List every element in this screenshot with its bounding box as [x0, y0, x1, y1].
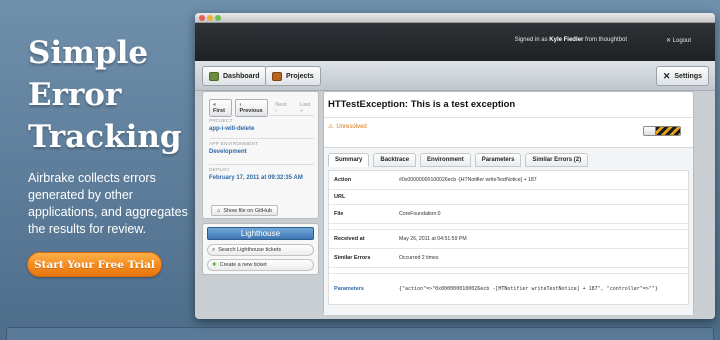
github-icon: ⌂	[217, 207, 221, 214]
minimize-window-icon[interactable]	[207, 15, 213, 21]
toggle-track	[656, 127, 680, 135]
tab-summary[interactable]: Summary	[328, 153, 370, 167]
nav-bar: Dashboard Projects ✕ Settings	[195, 61, 715, 91]
add-icon: ✚	[212, 262, 217, 268]
resolve-toggle[interactable]	[643, 126, 681, 136]
project-link[interactable]: app-i-will-delete	[209, 126, 314, 132]
search-lighthouse-label: Search Lighthouse tickets	[218, 247, 282, 253]
file-value: CoreFoundation:0	[399, 211, 441, 217]
summary-table: Action #0x00000000100026ecb -[HTNotifier…	[328, 170, 689, 305]
logout-icon: ✕	[665, 38, 671, 44]
similar-errors-value: Occurred 2 times	[399, 255, 439, 261]
project-label: PROJECT	[209, 119, 233, 124]
action-value: #0x00000000100026ecb -[HTNotifier writeT…	[399, 177, 537, 183]
tab-backtrace[interactable]: Backtrace	[373, 153, 417, 167]
project-section: PROJECT app-i-will-delete	[209, 115, 314, 132]
dashboard-icon	[209, 71, 219, 81]
briefcase-icon	[272, 71, 282, 81]
tabs-container: Summary Backtrace Environment Parameters…	[324, 147, 693, 315]
window-titlebar	[195, 13, 715, 23]
app-window: Signed in as Kyle Fiedler from thoughtbo…	[195, 13, 715, 319]
received-value: May 26, 2011 at 04:51:59 PM	[399, 236, 467, 242]
tab-parameters[interactable]: Parameters	[474, 153, 522, 167]
logout-link[interactable]: ✕ Logout	[666, 37, 691, 44]
tab-similar-errors[interactable]: Similar Errors (2)	[525, 153, 589, 167]
signed-in-prefix: Signed in as	[514, 37, 548, 43]
received-key: Received at	[334, 236, 365, 242]
parameters-link[interactable]: Parameters	[329, 286, 399, 292]
warning-icon: ⚠	[328, 124, 334, 130]
parameters-value: {"action"=>"0x0000000100026ecb -[HTNotif…	[399, 285, 658, 292]
user-name[interactable]: Kyle Fiedler	[549, 37, 583, 43]
table-row: Similar Errors Occurred 2 times	[329, 249, 688, 268]
error-title: HTTestException: This is a test exceptio…	[328, 99, 516, 110]
app-header: Signed in as Kyle Fiedler from thoughtbo…	[195, 23, 715, 61]
hero-description: Airbrake collects errors generated by ot…	[28, 171, 188, 236]
start-free-trial-button[interactable]: Start Your Free Trial	[27, 252, 162, 277]
logout-label: Logout	[672, 38, 691, 44]
similar-errors-key: Similar Errors	[334, 255, 371, 261]
toggle-knob[interactable]	[644, 127, 656, 135]
hero-title-line-2: Error	[28, 77, 122, 113]
projects-button[interactable]: Projects	[265, 66, 321, 86]
table-row: Received at May 26, 2011 at 04:51:59 PM	[329, 230, 688, 249]
deploy-section: DEPLOY February 17, 2011 at 09:32:35 AM	[209, 164, 314, 181]
signed-in-suffix: from thoughtbot	[584, 37, 627, 43]
url-key: URL	[334, 194, 346, 200]
projects-label: Projects	[286, 72, 314, 80]
signed-in-text: Signed in as Kyle Fiedler from thoughtbo…	[515, 37, 627, 43]
error-sidebar: « First ‹ Previous Next › Last » PROJECT…	[202, 91, 319, 219]
divider	[324, 117, 693, 118]
file-key: File	[334, 211, 344, 217]
error-detail-panel: HTTestException: This is a test exceptio…	[323, 91, 694, 315]
environment-link[interactable]: Development	[209, 149, 314, 155]
wrench-icon: ✕	[662, 70, 671, 81]
bottom-panel	[6, 327, 714, 340]
tab-environment[interactable]: Environment	[420, 153, 471, 167]
create-ticket-button[interactable]: ✚ Create a new ticket	[207, 259, 314, 271]
deploy-label: DEPLOY	[209, 168, 230, 173]
dashboard-button[interactable]: Dashboard	[202, 66, 267, 86]
settings-label: Settings	[674, 72, 702, 80]
deploy-link[interactable]: February 17, 2011 at 09:32:35 AM	[209, 175, 314, 181]
table-row: Parameters {"action"=>"0x0000000100026ec…	[329, 274, 688, 304]
zoom-window-icon[interactable]	[215, 15, 221, 21]
dashboard-label: Dashboard	[223, 72, 260, 80]
settings-button[interactable]: ✕ Settings	[655, 66, 709, 86]
table-row: Action #0x00000000100026ecb -[HTNotifier…	[329, 171, 688, 190]
action-key: Action	[334, 177, 352, 183]
show-on-github-button[interactable]: ⌂ Show file on GitHub	[211, 205, 278, 216]
search-lighthouse-button[interactable]: ⌕ Search Lighthouse tickets	[207, 244, 314, 256]
lighthouse-panel: Lighthouse ⌕ Search Lighthouse tickets ✚…	[202, 223, 319, 275]
create-ticket-label: Create a new ticket	[219, 262, 267, 268]
status-label: Unresolved	[336, 123, 367, 130]
search-icon: ⌕	[212, 246, 216, 253]
lighthouse-logo: Lighthouse	[207, 227, 314, 240]
environment-label: APP ENVIRONMENT	[209, 142, 259, 147]
close-window-icon[interactable]	[199, 15, 205, 21]
status-badge: ⚠ Unresolved	[328, 123, 367, 131]
environment-section: APP ENVIRONMENT Development	[209, 138, 314, 155]
hero-title-line-3: Tracking	[28, 119, 182, 155]
hero-title-line-1: Simple	[28, 35, 149, 71]
github-label: Show file on GitHub	[223, 207, 272, 214]
tab-bar: Summary Backtrace Environment Parameters…	[328, 153, 589, 167]
table-row: URL	[329, 190, 688, 205]
hero-title: Simple Error Tracking	[28, 32, 198, 158]
table-row: File CoreFoundation:0	[329, 205, 688, 224]
